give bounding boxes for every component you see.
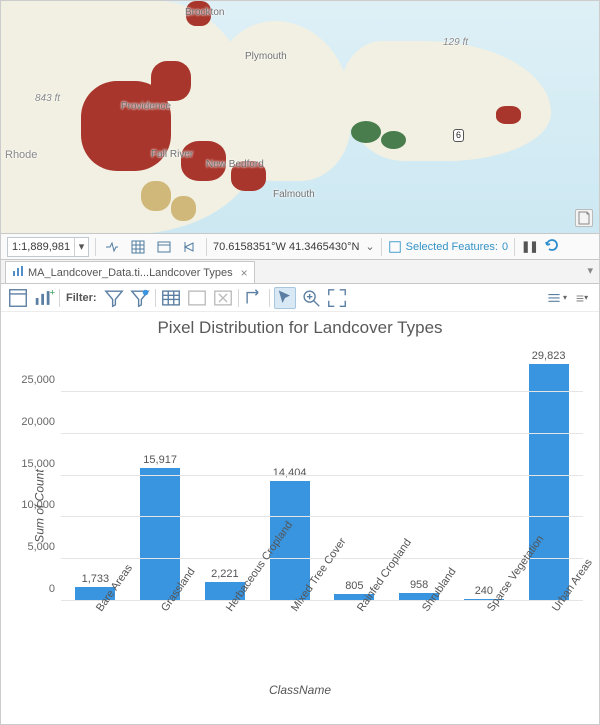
tab-menu-dropdown[interactable]: ▾ bbox=[587, 264, 593, 277]
selection-tool-button[interactable] bbox=[274, 287, 296, 309]
selected-features-count: 0 bbox=[502, 241, 508, 253]
city-label-plymouth: Plymouth bbox=[245, 51, 287, 62]
rotate-chart-button[interactable] bbox=[243, 287, 265, 309]
chart-toolbar: + Filter: ▾ ≡▾ bbox=[1, 284, 599, 312]
separator bbox=[155, 289, 156, 307]
land-shape bbox=[341, 41, 551, 161]
bar-col[interactable]: 240 bbox=[452, 350, 517, 601]
scale-combo[interactable]: ▾ bbox=[7, 237, 89, 257]
map-view[interactable]: Brockton Plymouth Providence Fall River … bbox=[1, 1, 599, 234]
switch-selection-button[interactable] bbox=[212, 287, 234, 309]
y-tick-label: 0 bbox=[49, 583, 55, 595]
selection-icon bbox=[388, 240, 402, 254]
urban-patch bbox=[496, 106, 521, 124]
full-extent-button[interactable] bbox=[326, 287, 348, 309]
correction-tool-icon[interactable] bbox=[180, 237, 200, 257]
chart-tab-bar: MA_Landcover_Data.ti...Landcover Types ×… bbox=[1, 260, 599, 284]
refresh-button[interactable] bbox=[544, 237, 560, 256]
grid-tool-icon[interactable] bbox=[128, 237, 148, 257]
new-chart-button[interactable]: + bbox=[33, 287, 55, 309]
map-popup-button[interactable] bbox=[575, 209, 593, 227]
bar-chart-icon bbox=[12, 265, 24, 280]
bar-value-label: 958 bbox=[410, 579, 428, 591]
filter-label: Filter: bbox=[66, 292, 97, 304]
y-tick-label: 25,000 bbox=[21, 374, 55, 386]
chart-tab-label: MA_Landcover_Data.ti...Landcover Types bbox=[28, 267, 233, 279]
elevation-label-right: 129 ft bbox=[443, 37, 468, 48]
map-status-bar: ▾ 70.6158351°W 41.3465430°N ⌄ Selected F… bbox=[1, 234, 599, 260]
state-label-rhode: Rhode bbox=[5, 149, 37, 161]
city-label-providence: Providence bbox=[121, 101, 171, 112]
y-tick-label: 15,000 bbox=[21, 458, 55, 470]
separator bbox=[95, 238, 96, 256]
city-label-falmouth: Falmouth bbox=[273, 189, 315, 200]
x-axis-labels: Bare AreasGrasslandHerbaceous CroplandMi… bbox=[61, 603, 583, 681]
grid-line bbox=[61, 475, 583, 476]
route-shield-6: 6 bbox=[453, 129, 464, 142]
separator bbox=[206, 238, 207, 256]
separator bbox=[381, 238, 382, 256]
separator bbox=[59, 289, 60, 307]
land-shape bbox=[211, 21, 351, 181]
sand-patch bbox=[141, 181, 171, 211]
scale-input[interactable] bbox=[8, 241, 74, 253]
forest-patch bbox=[351, 121, 381, 143]
city-label-new-bedford: New Bedford bbox=[206, 159, 264, 170]
separator bbox=[269, 289, 270, 307]
bar-col[interactable]: 2,221 bbox=[193, 350, 258, 601]
bar[interactable] bbox=[140, 468, 180, 601]
x-axis-title: ClassName bbox=[1, 683, 599, 697]
chevron-down-icon[interactable]: ⌄ bbox=[365, 240, 374, 253]
bar-col[interactable]: 15,917 bbox=[128, 350, 193, 601]
forest-patch bbox=[381, 131, 406, 149]
selected-features-status[interactable]: Selected Features: 0 bbox=[388, 240, 508, 254]
note-icon bbox=[576, 210, 592, 226]
bar-value-label: 805 bbox=[345, 580, 363, 592]
y-tick-label: 5,000 bbox=[27, 541, 55, 553]
grid-line bbox=[61, 516, 583, 517]
filter-by-selection-button[interactable] bbox=[103, 287, 125, 309]
close-icon[interactable]: × bbox=[241, 266, 248, 280]
grid-line bbox=[61, 600, 583, 601]
grid-line bbox=[61, 433, 583, 434]
elevation-label-left: 843 ft bbox=[35, 93, 60, 104]
bar-col[interactable]: 1,733 bbox=[63, 350, 128, 601]
snap-tool-icon[interactable] bbox=[102, 237, 122, 257]
pause-drawing-button[interactable]: ❚❚ bbox=[521, 240, 537, 253]
coordinate-readout[interactable]: 70.6158351°W 41.3465430°N bbox=[213, 241, 359, 253]
bar-value-label: 29,823 bbox=[532, 350, 566, 362]
grid-line bbox=[61, 391, 583, 392]
table-view-button[interactable] bbox=[160, 287, 182, 309]
separator bbox=[514, 238, 515, 256]
bar[interactable] bbox=[529, 364, 569, 601]
export-menu-button[interactable]: ▾ bbox=[545, 287, 567, 309]
constraints-tool-icon[interactable] bbox=[154, 237, 174, 257]
chevron-down-icon[interactable]: ▾ bbox=[74, 238, 88, 256]
chart-area: Pixel Distribution for Landcover Types S… bbox=[1, 312, 599, 699]
chart-menu-button[interactable]: ≡▾ bbox=[571, 287, 593, 309]
bar-value-label: 240 bbox=[475, 585, 493, 597]
sand-patch bbox=[171, 196, 196, 221]
properties-button[interactable] bbox=[7, 287, 29, 309]
bar-value-label: 15,917 bbox=[143, 454, 177, 466]
separator bbox=[238, 289, 239, 307]
filter-by-extent-button[interactable] bbox=[129, 287, 151, 309]
city-label-brockton: Brockton bbox=[185, 7, 224, 18]
bar-value-label: 2,221 bbox=[211, 568, 239, 580]
svg-text:+: + bbox=[50, 287, 56, 298]
zoom-tool-button[interactable] bbox=[300, 287, 322, 309]
y-tick-label: 20,000 bbox=[21, 416, 55, 428]
selected-features-label: Selected Features: bbox=[406, 241, 498, 253]
y-tick-label: 10,000 bbox=[21, 499, 55, 511]
bar-value-label: 1,733 bbox=[82, 573, 110, 585]
chart-tab[interactable]: MA_Landcover_Data.ti...Landcover Types × bbox=[5, 261, 255, 283]
bar-value-label: 14,404 bbox=[273, 467, 307, 479]
chart-title: Pixel Distribution for Landcover Types bbox=[1, 312, 599, 340]
clear-selection-button[interactable] bbox=[186, 287, 208, 309]
city-label-fall-river: Fall River bbox=[151, 149, 193, 160]
urban-patch bbox=[151, 61, 191, 101]
